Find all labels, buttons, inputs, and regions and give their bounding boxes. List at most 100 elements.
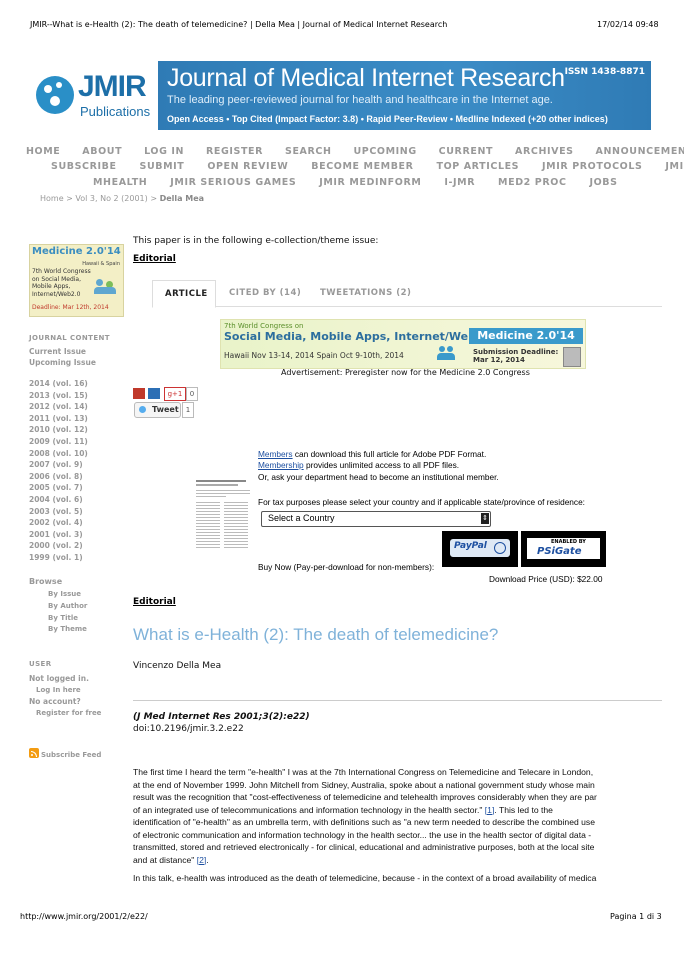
- nav-login[interactable]: LOG IN: [144, 146, 184, 157]
- nav-top-articles[interactable]: TOP ARTICLES: [436, 161, 519, 172]
- sidebar-year-item[interactable]: 2013 (vol. 15): [29, 391, 119, 403]
- print-footer-page: Pagina 1 di 3: [610, 912, 662, 921]
- article-citation: (J Med Internet Res 2001;3(2):e22): [133, 712, 310, 722]
- sidebar-year-item[interactable]: 2012 (vol. 14): [29, 402, 119, 414]
- people-icon: [437, 346, 455, 360]
- banner-features: Open Access • Top Cited (Impact Factor: …: [167, 114, 608, 124]
- sidebar-register-link[interactable]: Register for free: [36, 709, 101, 717]
- sidebar-login-link[interactable]: Log In here: [36, 686, 81, 694]
- reference-link-1[interactable]: [1]: [485, 805, 495, 815]
- membership-link[interactable]: Membership: [258, 460, 304, 470]
- sidebar-year-item[interactable]: 2006 (vol. 8): [29, 472, 119, 484]
- citeulike-icon[interactable]: [148, 388, 160, 399]
- sidebar-upcoming-issue[interactable]: Upcoming Issue: [29, 358, 96, 367]
- nav-row-3: MHEALTH JMIR SERIOUS GAMES JMIR MEDINFOR…: [93, 177, 618, 188]
- collection-link-editorial[interactable]: Editorial: [133, 254, 176, 264]
- nav-home[interactable]: HOME: [26, 146, 60, 157]
- rss-icon[interactable]: [29, 748, 39, 758]
- nav-current[interactable]: CURRENT: [439, 146, 493, 157]
- membership-line: Membership provides unlimited access to …: [258, 460, 460, 470]
- tweet-button[interactable]: Tweet: [134, 402, 181, 418]
- nav-upcoming[interactable]: UPCOMING: [353, 146, 416, 157]
- sidebar-year-item[interactable]: 2010 (vol. 12): [29, 425, 119, 437]
- banner-title: Journal of Medical Internet Research: [167, 64, 565, 92]
- tab-article[interactable]: ARTICLE: [152, 280, 216, 308]
- pdf-thumbnail[interactable]: [194, 478, 254, 556]
- document-icon: [563, 347, 581, 367]
- nav-register[interactable]: REGISTER: [206, 146, 263, 157]
- tab-tweetations[interactable]: TWEETATIONS (2): [320, 288, 411, 298]
- logo-text: JMIR: [78, 70, 147, 103]
- nav-archives[interactable]: ARCHIVES: [515, 146, 574, 157]
- nav-med2proc[interactable]: MED2 PROC: [498, 177, 566, 188]
- nav-announcements[interactable]: ANNOUNCEMENTS: [596, 146, 684, 157]
- medicine20-banner-ad[interactable]: 7th World Congress on Social Media, Mobi…: [220, 319, 586, 369]
- sidebar-year-item[interactable]: 1999 (vol. 1): [29, 553, 119, 565]
- nav-open-review[interactable]: OPEN REVIEW: [207, 161, 288, 172]
- sidebar-year-item[interactable]: 2004 (vol. 6): [29, 495, 119, 507]
- sidebar-year-item[interactable]: 2002 (vol. 4): [29, 518, 119, 530]
- sidebar-subscribe-feed[interactable]: Subscribe Feed: [41, 751, 101, 759]
- sidebar-current-issue[interactable]: Current Issue: [29, 347, 86, 356]
- sidebar-year-item[interactable]: 2005 (vol. 7): [29, 483, 119, 495]
- sidebar-browse-by-title[interactable]: By Title: [48, 614, 87, 626]
- members-link[interactable]: Members: [258, 449, 293, 459]
- breadcrumb-home[interactable]: Home: [40, 194, 64, 203]
- sidebar-year-item[interactable]: 2007 (vol. 9): [29, 460, 119, 472]
- nav-about[interactable]: ABOUT: [82, 146, 122, 157]
- sidebar-ad-medicine20[interactable]: Medicine 2.0'14 Hawaii & Spain 7th World…: [29, 244, 124, 317]
- journal-banner[interactable]: Journal of Medical Internet Research ISS…: [158, 61, 651, 130]
- sidebar-browse-list: By Issue By Author By Title By Theme: [48, 590, 87, 637]
- twitter-icon: [139, 406, 146, 413]
- download-price: Download Price (USD): $22.00: [489, 574, 603, 584]
- sidebar-year-item[interactable]: 2003 (vol. 5): [29, 507, 119, 519]
- nav-jmir[interactable]: JMIR: [665, 161, 684, 172]
- article-paragraph-1: The first time I heard the term "e-healt…: [133, 767, 597, 865]
- nav-jmir-protocols[interactable]: JMIR PROTOCOLS: [542, 161, 642, 172]
- sidebar-year-item[interactable]: 2001 (vol. 3): [29, 530, 119, 542]
- nav-row-2: SUBSCRIBE SUBMIT OPEN REVIEW BECOME MEMB…: [51, 161, 684, 172]
- sidebar-journal-content-heading: JOURNAL CONTENT: [29, 334, 110, 342]
- print-footer-url: http://www.jmir.org/2001/2/e22/: [20, 912, 148, 921]
- dept-note: Or, ask your department head to become a…: [258, 472, 499, 482]
- sidebar-year-item[interactable]: 2009 (vol. 11): [29, 437, 119, 449]
- sidebar-browse-by-theme[interactable]: By Theme: [48, 625, 87, 637]
- mendeley-icon[interactable]: [133, 388, 145, 399]
- sidebar-browse-by-issue[interactable]: By Issue: [48, 590, 87, 602]
- breadcrumb-issue[interactable]: Vol 3, No 2 (2001): [75, 194, 147, 203]
- logo-subtext: Publications: [80, 104, 151, 119]
- nav-ijmr[interactable]: I-JMR: [444, 177, 475, 188]
- collection-note: This paper is in the following e-collect…: [133, 236, 379, 246]
- section-link-editorial[interactable]: Editorial: [133, 597, 176, 607]
- buy-now-label: Buy Now (Pay-per-download for non-member…: [258, 562, 435, 572]
- nav-serious-games[interactable]: JMIR SERIOUS GAMES: [170, 177, 296, 188]
- jmir-logo[interactable]: JMIR Publications: [30, 66, 152, 126]
- article-title: What is e-Health (2): The death of telem…: [133, 625, 499, 644]
- psigate-button[interactable]: ENABLED BY PSiGate: [521, 531, 606, 567]
- people-icon: [94, 279, 118, 295]
- tax-note: For tax purposes please select your coun…: [258, 497, 585, 507]
- sidebar-browse-by-author[interactable]: By Author: [48, 602, 87, 614]
- google-plus-button[interactable]: g+1: [164, 387, 186, 401]
- article-tabs: ARTICLE CITED BY (14) TWEETATIONS (2): [152, 280, 662, 308]
- sidebar-year-item[interactable]: 2014 (vol. 16): [29, 379, 119, 391]
- sidebar-year-item[interactable]: 2011 (vol. 13): [29, 414, 119, 426]
- sidebar-year-item[interactable]: 2000 (vol. 2): [29, 541, 119, 553]
- article-doi: doi:10.2196/jmir.3.2.e22: [133, 724, 244, 734]
- nav-subscribe[interactable]: SUBSCRIBE: [51, 161, 117, 172]
- print-header-datetime: 17/02/14 09:48: [597, 20, 659, 29]
- reference-link-2[interactable]: [2]: [197, 855, 207, 865]
- nav-row-1: HOME ABOUT LOG IN REGISTER SEARCH UPCOMI…: [26, 146, 684, 157]
- ad-caption: Advertisement: Preregister now for the M…: [281, 368, 530, 377]
- nav-submit[interactable]: SUBMIT: [140, 161, 185, 172]
- nav-become-member[interactable]: BECOME MEMBER: [311, 161, 413, 172]
- nav-jobs[interactable]: JOBS: [589, 177, 617, 188]
- tab-cited-by[interactable]: CITED BY (14): [229, 288, 301, 298]
- paypal-button[interactable]: PayPal: [442, 531, 518, 567]
- banner-subtitle: The leading peer-reviewed journal for he…: [167, 94, 553, 106]
- sidebar-year-item[interactable]: 2008 (vol. 10): [29, 449, 119, 461]
- nav-search[interactable]: SEARCH: [285, 146, 332, 157]
- nav-mhealth[interactable]: MHEALTH: [93, 177, 147, 188]
- nav-medinform[interactable]: JMIR MEDINFORM: [319, 177, 421, 188]
- country-select[interactable]: Select a Country ⇕: [261, 511, 491, 527]
